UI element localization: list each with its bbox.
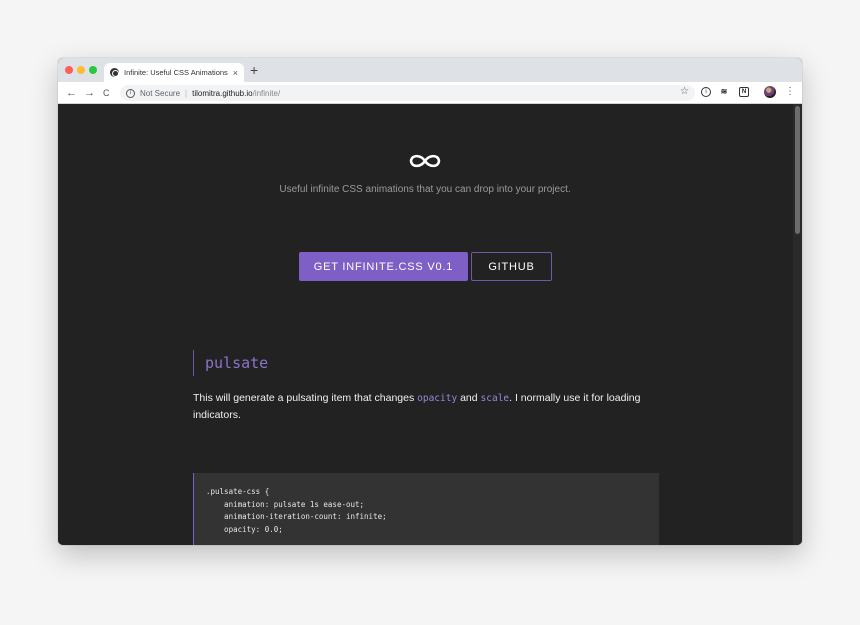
tab-strip: Infinite: Useful CSS Animations × + [58,58,802,82]
address-bar[interactable]: i Not Secure | tilomitra.github.io/infin… [120,85,695,101]
inline-code-scale: scale [480,393,510,404]
url-host: tilomitra.github.io [192,88,253,98]
tagline: Useful infinite CSS animations that you … [279,184,571,195]
desc-text-1: This will generate a pulsating item that… [193,392,418,404]
minimize-window-button[interactable] [77,66,85,74]
new-tab-button[interactable]: + [250,63,258,77]
profile-avatar[interactable] [764,86,776,98]
favicon-icon [110,68,119,77]
browser-menu-icon[interactable]: ⋮ [785,86,795,98]
get-infinite-css-button[interactable]: GET INFINITE.CSS V0.1 [299,252,468,281]
security-label: Not Secure [140,88,181,98]
bookmark-star-icon[interactable]: ☆ [680,86,689,97]
tab-title: Infinite: Useful CSS Animations [124,68,228,77]
infinity-icon [409,154,441,168]
address-separator: | [185,88,188,98]
close-window-button[interactable] [65,66,73,74]
section-description: This will generate a pulsating item that… [193,390,668,423]
maximize-window-button[interactable] [89,66,97,74]
desc-text-2: and [457,392,481,404]
scroll-thumb[interactable] [795,106,800,234]
info-icon[interactable]: i [126,88,135,98]
tab-active[interactable]: Infinite: Useful CSS Animations × [104,63,244,82]
tab-close-icon[interactable]: × [233,68,238,78]
forward-button[interactable]: → [84,85,95,101]
page-viewport: Useful infinite CSS animations that you … [58,104,802,545]
section-heading-pulsate: pulsate [193,350,268,376]
url-path: /infinite/ [252,88,281,98]
back-button[interactable]: ← [66,85,77,101]
scrollbar[interactable] [793,104,802,545]
browser-window: Infinite: Useful CSS Animations × + ← → … [58,58,802,545]
github-button[interactable]: GITHUB [471,252,552,281]
extension-layers-icon[interactable]: ≋ [719,87,729,97]
reload-button[interactable]: C [103,85,110,101]
extension-notion-icon[interactable]: N [739,87,749,97]
code-block: .pulsate-css { animation: pulsate 1s eas… [193,473,659,545]
extension-info-icon[interactable]: i [701,87,711,97]
browser-toolbar: ← → C i Not Secure | tilomitra.github.io… [58,82,802,104]
inline-code-opacity: opacity [417,393,458,404]
